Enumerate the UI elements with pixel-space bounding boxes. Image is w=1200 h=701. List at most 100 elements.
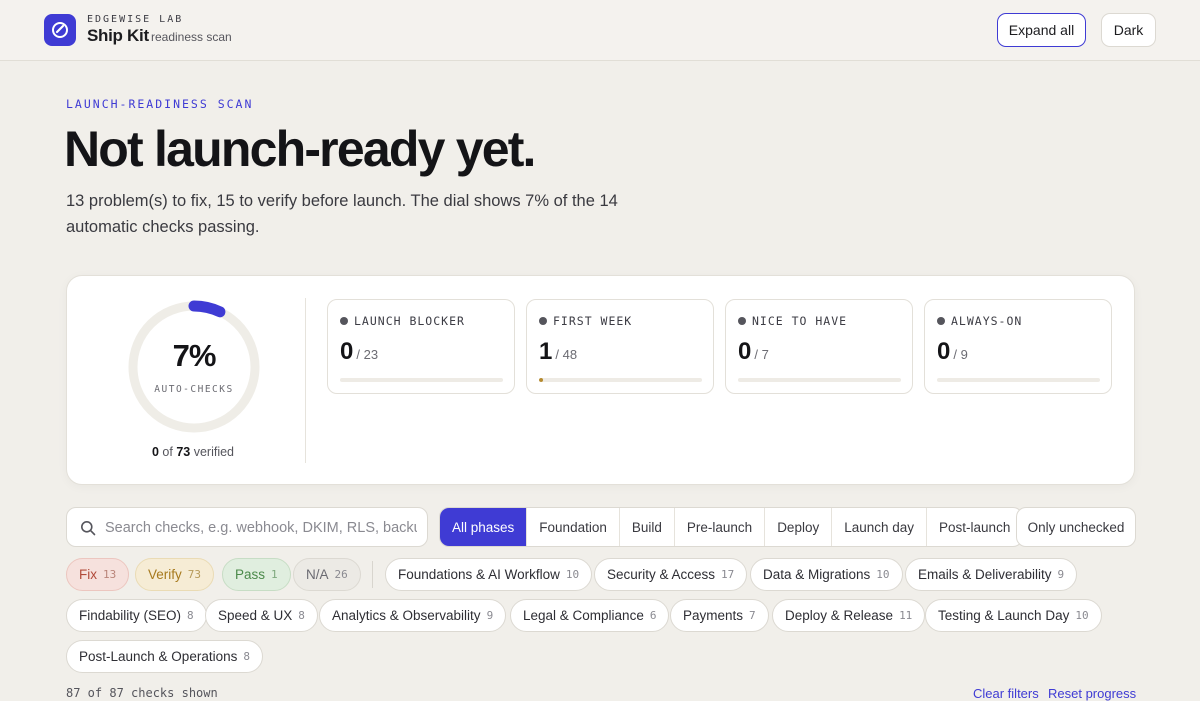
category-filter[interactable]: Deploy & Release 11 [772, 599, 926, 632]
pill-count: 73 [187, 568, 202, 581]
dot-icon [937, 317, 945, 325]
logo-mark-icon [52, 22, 68, 38]
pill-count: 17 [721, 568, 735, 581]
search-input[interactable] [105, 517, 417, 539]
stat-progress-fill [539, 378, 544, 382]
stat-title-text: FIRST WEEK [553, 314, 633, 328]
stat-value: 0/ 9 [937, 338, 968, 366]
pill-count: 8 [243, 650, 250, 663]
phase-post-launch[interactable]: Post-launch [927, 508, 1022, 546]
only-unchecked-toggle[interactable]: Only unchecked [1016, 507, 1136, 547]
app-logo-icon [44, 14, 76, 46]
status-filter-pass[interactable]: Pass 1 [222, 558, 291, 591]
clear-filters-link[interactable]: Clear filters [973, 686, 1039, 701]
stat-value-number: 0 [937, 338, 951, 365]
search-icon [81, 521, 96, 536]
phase-build[interactable]: Build [620, 508, 675, 546]
dot-icon [340, 317, 348, 325]
pill-label: Post-Launch & Operations [79, 649, 238, 664]
app-subtitle: readiness scan [151, 30, 232, 44]
pill-label: Foundations & AI Workflow [398, 567, 560, 582]
pill-count: 10 [876, 568, 890, 581]
stat-total: / 23 [356, 347, 379, 362]
status-filter-verify[interactable]: Verify 73 [135, 558, 215, 591]
stat-title: LAUNCH BLOCKER [340, 314, 465, 328]
filter-separator [372, 561, 373, 588]
stat-progress-track [340, 378, 503, 382]
stat-value: 0/ 23 [340, 338, 378, 366]
stat-title-text: NICE TO HAVE [752, 314, 848, 328]
category-filter[interactable]: Post-Launch & Operations 8 [66, 640, 263, 673]
pill-label: Payments [683, 608, 744, 623]
phase-filter: All phases Foundation Build Pre-launch D… [439, 507, 1024, 547]
section-kicker: LAUNCH-READINESS SCAN [66, 97, 254, 111]
pill-count: 26 [334, 568, 348, 581]
readiness-card: 7% AUTO-CHECKS 0 of 73 verified LAUNCH B… [66, 275, 1135, 485]
pill-label: Data & Migrations [763, 567, 871, 582]
pill-label: Findability (SEO) [79, 608, 182, 623]
status-filter-fix[interactable]: Fix 13 [66, 558, 130, 591]
category-filter[interactable]: Findability (SEO) 8 [66, 599, 207, 632]
phase-foundation[interactable]: Foundation [527, 508, 620, 546]
stat-progress-track [738, 378, 901, 382]
stat-title-text: ALWAYS-ON [951, 314, 1023, 328]
pill-count: 8 [187, 609, 194, 622]
pill-count: 10 [565, 568, 580, 581]
stat-value-number: 0 [738, 338, 752, 365]
pill-count: 1 [271, 568, 278, 581]
stat-value-number: 1 [539, 338, 553, 365]
dial-arc [188, 300, 226, 318]
stat-progress-track [539, 378, 702, 382]
status-filter-na[interactable]: N/A 26 [293, 558, 361, 591]
category-filter[interactable]: Foundations & AI Workflow 10 [385, 558, 593, 591]
stat-value: 0/ 7 [738, 338, 769, 366]
stat-total: / 9 [953, 347, 968, 362]
reset-progress-link[interactable]: Reset progress [1048, 686, 1136, 701]
phase-launch-day[interactable]: Launch day [832, 508, 928, 546]
divider [305, 298, 306, 463]
stat-total: / 7 [754, 347, 769, 362]
phase-all[interactable]: All phases [440, 508, 528, 546]
verified-count: 0 of 73 verified [93, 445, 293, 459]
category-filter[interactable]: Analytics & Observability 9 [319, 599, 507, 632]
pill-label: Legal & Compliance [523, 608, 644, 623]
search-box[interactable] [66, 507, 428, 547]
app-name: Ship Kit [87, 26, 149, 45]
brand-kicker: EDGEWISE LAB [87, 14, 184, 25]
pill-count: 10 [1075, 609, 1089, 622]
scan-summary: 13 problem(s) to fix, 15 to verify befor… [66, 192, 618, 236]
stat-title: ALWAYS-ON [937, 314, 1022, 328]
pill-label: N/A [306, 567, 329, 582]
stat-launch-blocker[interactable]: LAUNCH BLOCKER 0/ 23 [327, 299, 515, 394]
top-bar: EDGEWISE LAB Ship Kit readiness scan Exp… [0, 0, 1200, 61]
pill-label: Security & Access [607, 567, 716, 582]
category-filter[interactable]: Speed & UX 8 [205, 599, 318, 632]
category-filter[interactable]: Emails & Deliverability 9 [905, 558, 1078, 591]
pill-count: 9 [486, 609, 494, 622]
category-filter[interactable]: Security & Access 17 [594, 558, 748, 591]
pill-count: 7 [749, 609, 756, 622]
pill-count: 6 [649, 609, 657, 622]
category-filter[interactable]: Payments 7 [670, 599, 769, 632]
pill-count: 13 [103, 568, 117, 581]
phase-deploy[interactable]: Deploy [765, 508, 833, 546]
results-count: 87 of 87 checks shown [66, 686, 218, 700]
stat-first-week[interactable]: FIRST WEEK 1/ 48 [526, 299, 714, 394]
category-filter[interactable]: Legal & Compliance 6 [510, 599, 670, 632]
pill-count: 9 [1057, 568, 1065, 581]
expand-all-button[interactable]: Expand all [997, 13, 1086, 47]
category-filter[interactable]: Data & Migrations 10 [750, 558, 903, 591]
phase-pre-launch[interactable]: Pre-launch [675, 508, 766, 546]
stat-always-on[interactable]: ALWAYS-ON 0/ 9 [924, 299, 1112, 394]
verified-of: of [162, 445, 173, 459]
pill-label: Pass [235, 567, 266, 582]
stat-progress-track [937, 378, 1100, 382]
verified-suffix: verified [193, 445, 235, 459]
pill-label: Speed & UX [218, 608, 293, 623]
stat-nice-to-have[interactable]: NICE TO HAVE 0/ 7 [725, 299, 913, 394]
dark-mode-button[interactable]: Dark [1101, 13, 1156, 47]
pill-label: Analytics & Observability [332, 608, 481, 623]
pill-label: Verify [148, 567, 182, 582]
pill-count: 8 [298, 609, 305, 622]
category-filter[interactable]: Testing & Launch Day 10 [925, 599, 1102, 632]
